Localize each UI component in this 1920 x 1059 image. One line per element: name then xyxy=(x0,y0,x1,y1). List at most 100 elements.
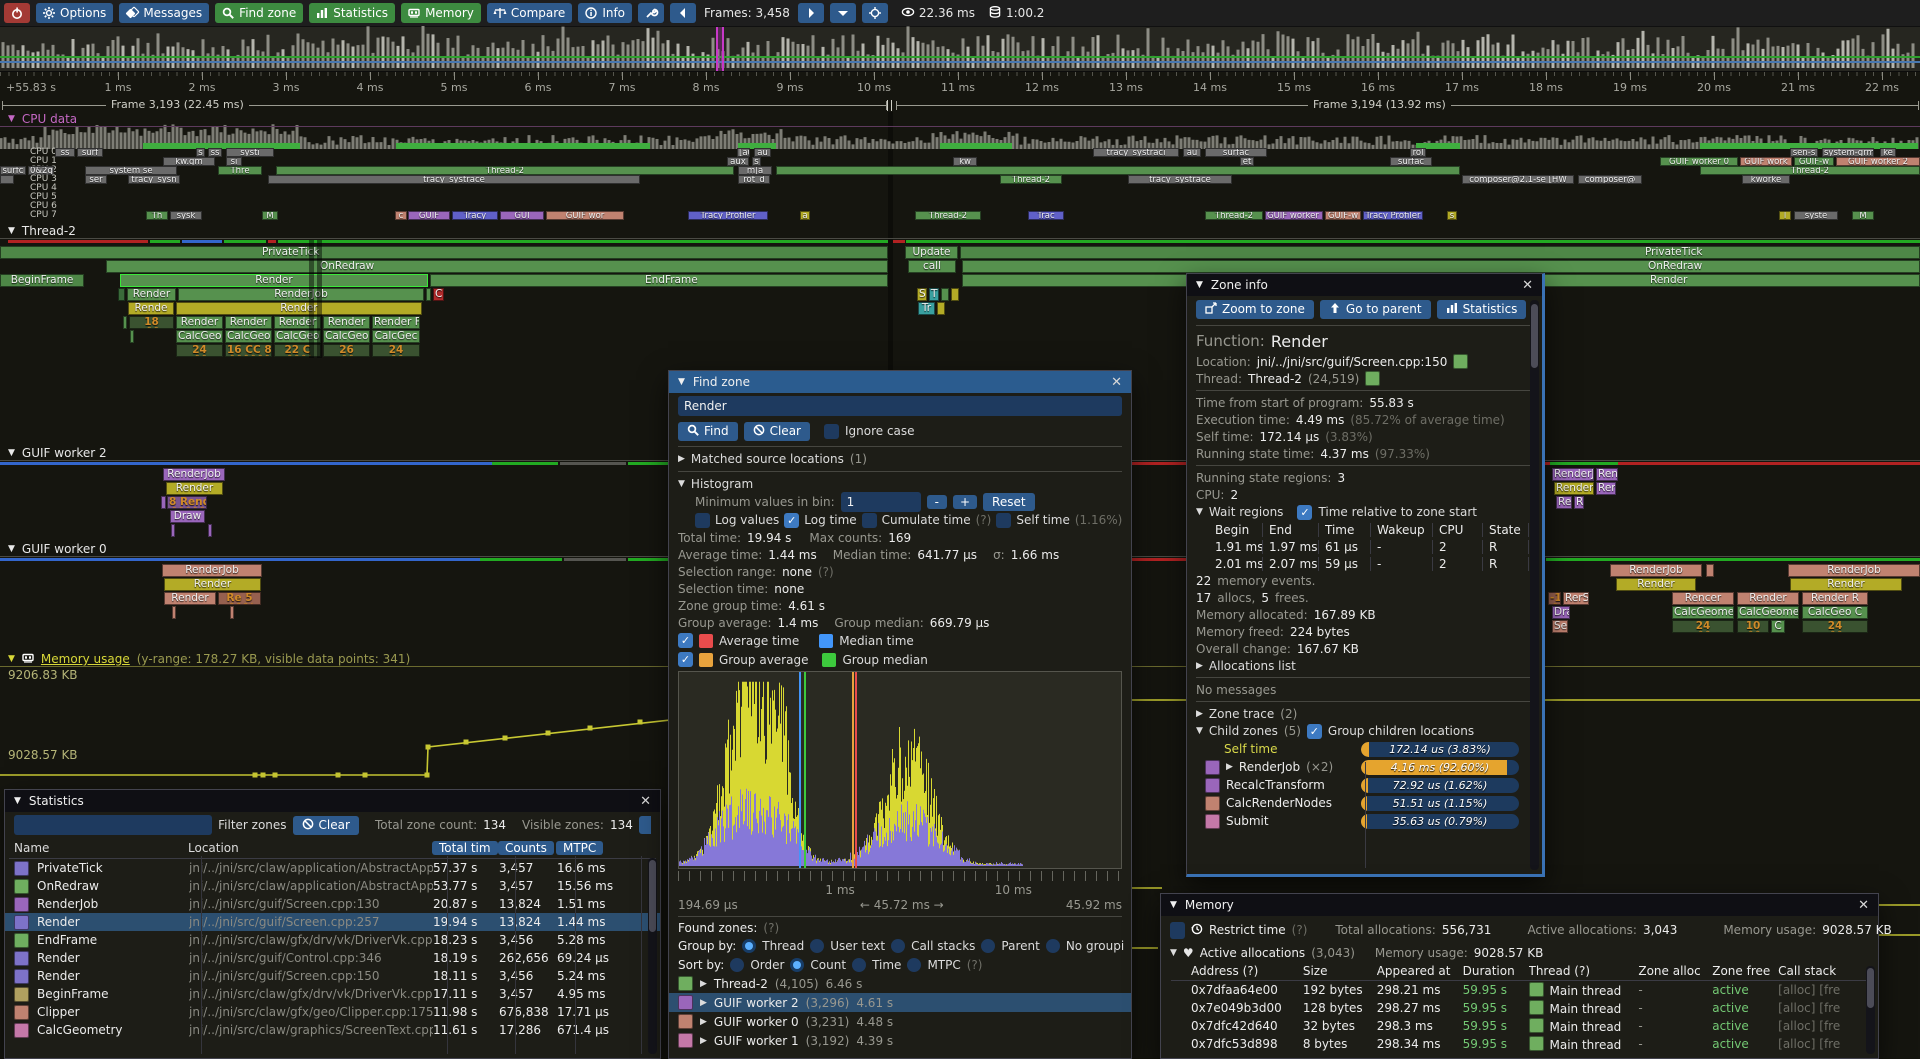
child-zone-time-bar: 172.14 us (3.83%) xyxy=(1361,742,1519,757)
memory-allocation-row[interactable]: 0x7dfc42d64032 bytes298.3 ms59.95 sMain … xyxy=(1161,1017,1878,1035)
sort-by-radio-order[interactable] xyxy=(730,958,744,972)
relative-time-checkbox[interactable]: ✓ xyxy=(1297,505,1312,520)
group-by-radio-no-groupi[interactable] xyxy=(1046,939,1060,953)
found-zone-group[interactable]: ▶GUIF worker 1(3,192)4.39 s xyxy=(669,1031,1131,1050)
memory-column-thread[interactable]: Thread (?) xyxy=(1529,964,1639,978)
memory-column-address[interactable]: Address (?) xyxy=(1191,964,1303,978)
column-header-name[interactable]: Name xyxy=(14,841,188,855)
statistics-row[interactable]: Renderjni/../jni/src/guif/Screen.cpp:257… xyxy=(5,913,660,931)
memory-panel-titlebar[interactable]: ▼ Memory ✕ xyxy=(1161,894,1878,916)
histogram-section-header[interactable]: ▼ Histogram xyxy=(669,475,1131,493)
cell-total: 18.23 s xyxy=(433,933,499,947)
found-zone-group[interactable]: ▶GUIF worker 2(3,296)4.61 s xyxy=(669,993,1131,1012)
statistics-row[interactable]: BeginFramejni/../jni/src/claw/gfx/drv/vk… xyxy=(5,985,660,1003)
increase-bin-button[interactable]: + xyxy=(953,495,977,509)
matched-source-locations[interactable]: ▶ Matched source locations (1) xyxy=(669,450,1131,468)
statistics-row[interactable]: CalcGeometryjni/../jni/src/claw/graphics… xyxy=(5,1021,660,1039)
total-zone-count-label: Total zone count: xyxy=(375,818,477,832)
collapse-arrow-icon[interactable]: ▼ xyxy=(678,377,685,387)
statistics-row[interactable]: EndFramejni/../jni/src/claw/gfx/drv/vk/D… xyxy=(5,931,660,949)
statistics-row[interactable]: Renderjni/../jni/src/guif/Control.cpp:34… xyxy=(5,949,660,967)
thread-swatch[interactable] xyxy=(1365,371,1380,386)
close-icon[interactable]: ✕ xyxy=(1111,375,1122,390)
reset-button[interactable]: Reset xyxy=(983,493,1035,511)
memory-column-duration[interactable]: Duration xyxy=(1463,964,1529,978)
clear-button[interactable]: Clear xyxy=(744,422,810,441)
find-zone-histogram[interactable] xyxy=(678,671,1122,869)
decrease-bin-button[interactable]: - xyxy=(927,495,947,509)
memory-column-zone-free[interactable]: Zone free xyxy=(1712,964,1778,978)
go-to-parent-button[interactable]: Go to parent xyxy=(1320,300,1431,319)
zone-color-swatch xyxy=(14,1005,29,1020)
ban-icon xyxy=(753,424,765,439)
zone-info-titlebar[interactable]: ▼ Zone info ✕ xyxy=(1187,274,1542,296)
memory-column-zone-alloc[interactable]: Zone alloc xyxy=(1638,964,1712,978)
statistics-scrollbar[interactable] xyxy=(648,858,657,1054)
statistics-row[interactable]: OnRedrawjni/../jni/src/claw/application/… xyxy=(5,877,660,895)
statistics-row[interactable]: RenderJobjni/../jni/src/guif/Screen.cpp:… xyxy=(5,895,660,913)
statistics-row[interactable]: PrivateTickjni/../jni/src/claw/applicati… xyxy=(5,859,660,877)
column-header-total-time[interactable]: Total tim xyxy=(432,841,498,855)
memory-column-appeared-at[interactable]: Appeared at xyxy=(1377,964,1463,978)
sort-by-radio-mtpc[interactable] xyxy=(907,958,921,972)
sort-by-radio-time[interactable] xyxy=(852,958,866,972)
zoom-to-zone-button[interactable]: Zoom to zone xyxy=(1196,300,1314,319)
column-header-mtpc[interactable]: MTPC xyxy=(556,841,603,855)
filter-zones-input[interactable] xyxy=(14,815,212,835)
log-values-checkbox[interactable] xyxy=(695,513,710,528)
zone-search-input[interactable]: Render xyxy=(678,396,1122,416)
memory-allocation-row[interactable]: 0x7e049b3d00128 bytes298.27 ms59.95 sMai… xyxy=(1161,999,1878,1017)
wait-regions-header[interactable]: ▼Wait regions ✓ Time relative to zone st… xyxy=(1187,503,1542,521)
cumulate-time-checkbox[interactable] xyxy=(862,513,877,528)
memory-allocation-row[interactable]: 0x7dfaa64e00192 bytes298.21 ms59.95 sMai… xyxy=(1161,981,1878,999)
child-zones-toggle[interactable]: ▼Child zones (5) ✓ Group children locati… xyxy=(1187,722,1542,740)
group-by-radio-user-text[interactable] xyxy=(810,939,824,953)
cell-mtpc: 5.24 ms xyxy=(557,969,621,983)
found-zone-group[interactable]: ▶Thread-2(4,105)6.46 s xyxy=(669,974,1131,993)
source-swatch[interactable] xyxy=(1453,354,1468,369)
log-time-checkbox[interactable]: ✓ xyxy=(784,513,799,528)
restrict-time-checkbox[interactable] xyxy=(1170,922,1185,939)
statistics-panel-titlebar[interactable]: ▼ Statistics ✕ xyxy=(5,790,660,812)
sort-by-radio-count[interactable] xyxy=(790,958,804,972)
column-header-location[interactable]: Location xyxy=(188,841,432,855)
group-marker-checkbox[interactable]: ✓ xyxy=(678,652,693,667)
clear-filter-button[interactable]: Clear xyxy=(293,816,359,835)
memory-scrollbar[interactable] xyxy=(1866,966,1875,1054)
find-zone-titlebar[interactable]: ▼ Find zone ✕ xyxy=(669,371,1131,393)
avg-marker-checkbox[interactable]: ✓ xyxy=(678,633,693,648)
group-by-radio-parent[interactable] xyxy=(981,939,995,953)
close-icon[interactable]: ✕ xyxy=(640,794,651,809)
child-zone-row[interactable]: Self time172.14 us (3.83%) xyxy=(1187,740,1542,758)
statistics-row[interactable]: Renderjni/../jni/src/guif/Screen.cpp:150… xyxy=(5,967,660,985)
memory-column-call-stack[interactable]: Call stack xyxy=(1778,964,1878,978)
self-time-checkbox[interactable] xyxy=(996,513,1011,528)
active-allocations-toggle[interactable]: ▼ ♥ Active allocations (3,043) Memory us… xyxy=(1161,944,1878,962)
found-zone-group[interactable]: ▶GUIF worker 0(3,231)4.48 s xyxy=(669,1012,1131,1031)
column-header-counts[interactable]: Counts xyxy=(498,841,554,855)
cell-loc: jni/../jni/src/guif/Screen.cpp:150 xyxy=(189,969,433,983)
group-by-radio-call-stacks[interactable] xyxy=(891,939,905,953)
zone-statistics-button[interactable]: Statistics xyxy=(1437,300,1527,319)
statistics-row[interactable]: Clipperjni/../jni/src/claw/gfx/geo/Clipp… xyxy=(5,1003,660,1021)
min-values-input[interactable]: 1 xyxy=(841,492,921,512)
memory-column-size[interactable]: Size xyxy=(1303,964,1377,978)
close-icon[interactable]: ✕ xyxy=(1522,278,1533,293)
cell-loc: jni/../jni/src/guif/Screen.cpp:130 xyxy=(189,897,433,911)
wait-region-row[interactable]: 2.01 ms2.07 ms59 µs-2R xyxy=(1187,555,1542,572)
find-button[interactable]: Find xyxy=(678,422,738,441)
collapse-arrow-icon[interactable]: ▼ xyxy=(1196,280,1203,290)
collapse-arrow-icon[interactable]: ▼ xyxy=(14,796,21,806)
allocations-list-toggle[interactable]: ▶Allocations list xyxy=(1187,657,1542,674)
wait-regions-columns: BeginEndTimeWakeupCPUState xyxy=(1187,521,1542,538)
wait-region-row[interactable]: 1.91 ms1.97 ms61 µs-2R xyxy=(1187,538,1542,555)
group-children-checkbox[interactable]: ✓ xyxy=(1307,724,1322,739)
memory-allocation-row[interactable]: 0x7dfc53d8988 bytes298.34 ms59.95 sMain … xyxy=(1161,1035,1878,1053)
zone-trace-toggle[interactable]: ▶Zone trace(2) xyxy=(1187,705,1542,722)
close-icon[interactable]: ✕ xyxy=(1858,898,1869,913)
group-by-radio-thread[interactable] xyxy=(742,939,756,953)
ignore-case-checkbox[interactable] xyxy=(824,424,839,439)
zone-info-scrollbar[interactable] xyxy=(1530,300,1539,870)
collapse-arrow-icon[interactable]: ▼ xyxy=(1170,900,1177,910)
clipped-button[interactable] xyxy=(639,816,651,834)
